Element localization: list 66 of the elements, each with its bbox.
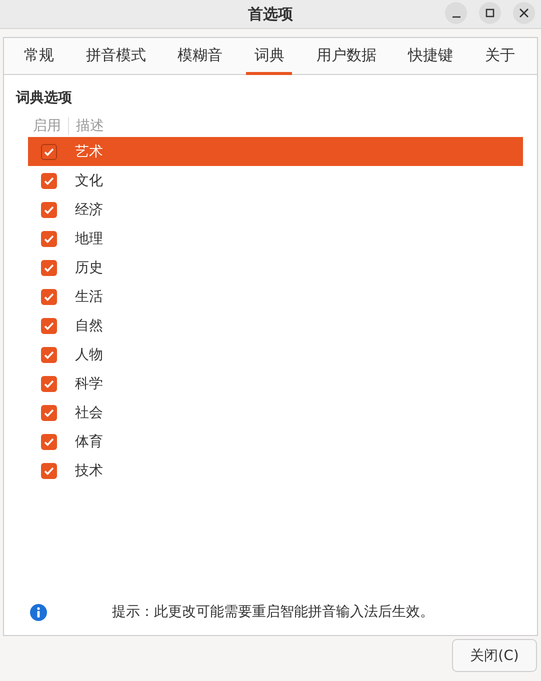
table-row[interactable]: 科学 [28, 369, 523, 398]
table-row[interactable]: 文化 [28, 166, 523, 195]
minimize-button[interactable] [445, 2, 467, 24]
tab[interactable]: 快捷键 [400, 38, 462, 75]
table-row[interactable]: 生活 [28, 282, 523, 311]
tab[interactable]: 拼音模式 [78, 38, 154, 75]
check-icon [43, 406, 55, 418]
check-icon [43, 232, 55, 244]
table-cell: 历史 [75, 258, 103, 276]
info-icon [30, 604, 47, 620]
table-cell: 地理 [75, 230, 103, 248]
window-title: 首选项 [248, 4, 293, 24]
table-cell: 人物 [75, 346, 103, 364]
table-cell: 艺术 [75, 142, 103, 160]
check-icon [43, 464, 55, 476]
checkbox[interactable] [41, 462, 57, 478]
check-icon [43, 204, 55, 216]
table-row[interactable]: 人物 [28, 340, 523, 369]
table-row[interactable]: 地理 [28, 224, 523, 253]
check-icon [43, 262, 55, 274]
tab[interactable]: 常规 [16, 38, 62, 75]
table-cell: 体育 [75, 432, 103, 450]
minimize-icon [452, 16, 460, 18]
table-row[interactable]: 体育 [28, 427, 523, 456]
table-cell: 科学 [75, 374, 103, 392]
check-icon [43, 174, 55, 186]
close-dialog-button[interactable]: 关闭(C) [452, 639, 537, 672]
tab[interactable]: 词典 [246, 38, 292, 75]
table-row[interactable]: 艺术 [28, 137, 523, 166]
checkbox[interactable] [41, 318, 57, 334]
table-cell: 生活 [75, 288, 103, 306]
tab[interactable]: 模糊音 [170, 38, 231, 75]
checkbox[interactable] [41, 202, 57, 218]
tab[interactable]: 关于 [476, 38, 523, 75]
tab[interactable]: 用户数据 [308, 38, 384, 75]
table-cell: 社会 [75, 404, 103, 422]
checkbox[interactable] [41, 144, 57, 160]
check-icon [43, 146, 55, 158]
table-row[interactable]: 自然 [28, 311, 523, 340]
checkbox[interactable] [41, 434, 57, 450]
section-title: 词典选项 [16, 89, 73, 107]
check-icon [43, 348, 55, 360]
checkbox[interactable] [41, 346, 57, 362]
check-icon [43, 290, 55, 302]
close-button[interactable] [513, 2, 535, 24]
close-icon [519, 8, 529, 18]
check-icon [43, 320, 55, 332]
table-cell: 经济 [75, 200, 103, 218]
table-row[interactable]: 技术 [28, 456, 523, 485]
checkbox[interactable] [41, 172, 57, 188]
check-icon [43, 436, 55, 448]
table-cell: 文化 [75, 172, 103, 190]
checkbox[interactable] [41, 230, 57, 246]
checkbox[interactable] [41, 260, 57, 276]
table-row[interactable]: 经济 [28, 195, 523, 224]
checkbox[interactable] [41, 288, 57, 304]
maximize-icon [485, 8, 495, 18]
checkbox[interactable] [41, 376, 57, 392]
table-row[interactable]: 社会 [28, 398, 523, 427]
checkbox[interactable] [41, 404, 57, 420]
table-cell: 技术 [75, 462, 103, 480]
check-icon [43, 378, 55, 390]
hint-text: 提示：此更改可能需要重启智能拼音输入法后生效。 [112, 603, 434, 621]
maximize-button[interactable] [479, 2, 501, 24]
table-cell: 自然 [75, 316, 103, 334]
table-row[interactable]: 历史 [28, 253, 523, 282]
